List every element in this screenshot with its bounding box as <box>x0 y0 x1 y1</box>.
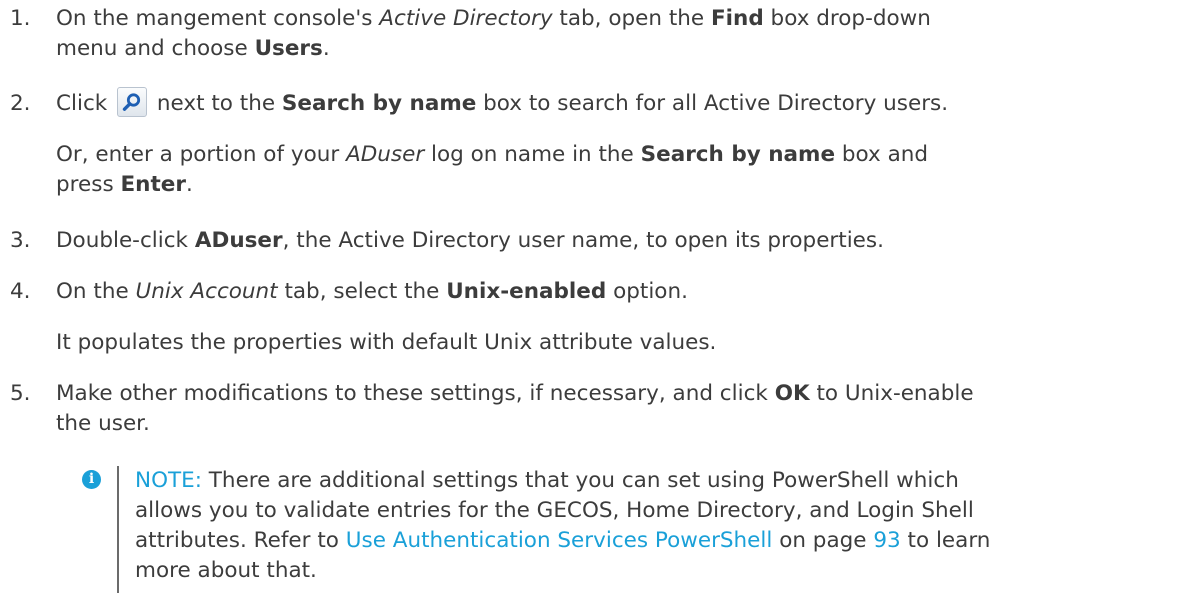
search-button[interactable] <box>117 87 148 117</box>
ui-term: OK <box>774 381 810 406</box>
step-1-line-1: On the mangement console's Active Direct… <box>56 6 931 31</box>
step-4-text: On the Unix Account tab, select the Unix… <box>56 279 688 304</box>
tab-name: Unix Account <box>135 279 278 304</box>
ui-term: Search by name <box>640 142 836 167</box>
note-divider <box>117 466 119 593</box>
ui-term: Unix-enabled <box>446 279 607 304</box>
ui-term: Search by name <box>281 91 477 116</box>
user-name: ADuser <box>346 142 425 167</box>
user-name: ADuser <box>194 228 283 253</box>
ui-term: Users <box>254 36 323 61</box>
step-4-result: It populates the properties with default… <box>56 330 717 355</box>
step-number: 3. <box>10 228 31 253</box>
page-link[interactable]: 93 <box>873 528 900 553</box>
key-name: Enter <box>120 172 186 197</box>
info-icon: i <box>82 470 101 489</box>
note-box: i NOTE: There are additional settings th… <box>82 466 1172 593</box>
tab-name: Active Directory <box>379 6 553 31</box>
step-1-text: On the mangement console's Active Direct… <box>56 4 1156 64</box>
note-text: NOTE: There are additional settings that… <box>135 468 991 583</box>
step-number: 4. <box>10 279 31 304</box>
ui-term: Find <box>710 6 764 31</box>
note-label: NOTE: <box>135 468 202 493</box>
step-2-alternative: Or, enter a portion of your ADuser log o… <box>56 142 929 197</box>
document: 1. On the mangement console's Active Dir… <box>0 0 1181 593</box>
step-1-line-2: menu and choose Users. <box>56 36 330 61</box>
step-3-text: Double-click ADuser, the Active Director… <box>56 228 884 253</box>
step-5-text: Make other modifications to these settin… <box>56 381 974 436</box>
step-number: 1. <box>10 6 31 31</box>
search-icon <box>122 93 141 111</box>
powershell-topic-link[interactable]: Use Authentication Services PowerShell <box>346 528 773 553</box>
step-2-text: Click next to the Search by name box to … <box>56 87 1156 119</box>
step-number: 5. <box>10 381 31 406</box>
step-number: 2. <box>10 91 31 116</box>
